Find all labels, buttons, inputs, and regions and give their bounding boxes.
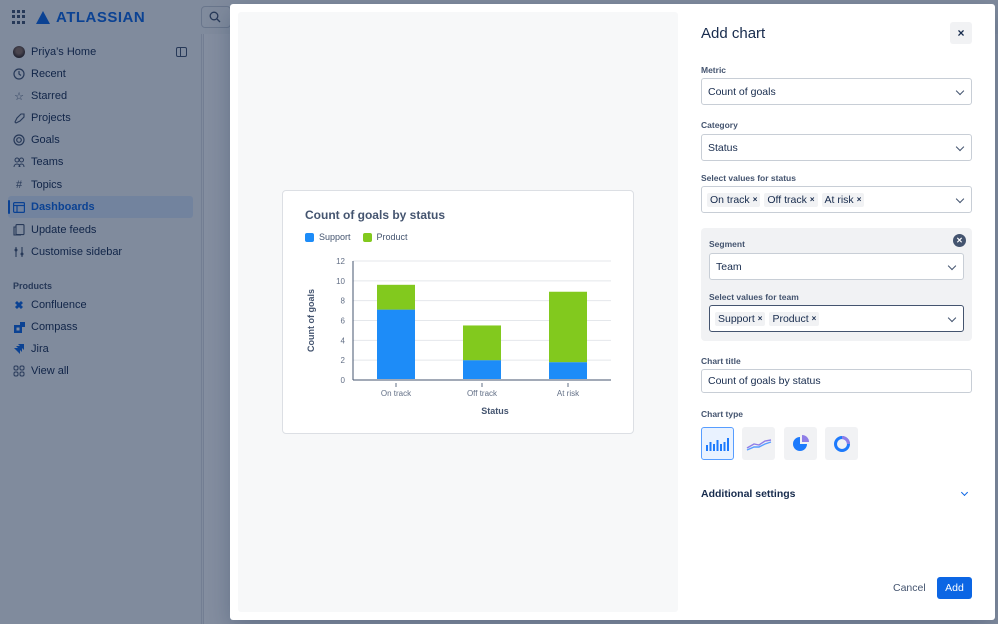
chart-card: Count of goals by status Support Product… [282, 190, 634, 434]
segment-select[interactable]: Team [709, 253, 964, 280]
chart-type-donut-button[interactable] [825, 427, 858, 460]
remove-tag-icon[interactable]: × [857, 195, 862, 204]
status-values-multiselect[interactable]: On track × Off track × At risk × [701, 186, 972, 213]
close-button[interactable]: × [950, 22, 972, 44]
chart-title-input[interactable]: Count of goals by status [701, 369, 972, 393]
cancel-button[interactable]: Cancel [887, 577, 932, 599]
chart-title-label: Chart title [701, 356, 741, 366]
tag-label: On track [710, 193, 750, 206]
modal-title: Add chart [701, 25, 766, 42]
status-values-label: Select values for status [701, 173, 796, 183]
remove-tag-icon[interactable]: × [758, 314, 763, 323]
bar-support [463, 360, 501, 379]
status-tag: At risk × [821, 192, 865, 207]
y-tick-label: 4 [341, 336, 346, 345]
chart-type-label: Chart type [701, 409, 744, 419]
chart-type-line-button[interactable] [742, 427, 775, 460]
team-tag: Support × [715, 311, 766, 326]
additional-settings-toggle[interactable]: Additional settings [701, 488, 796, 500]
pie-chart-icon [792, 434, 809, 451]
x-axis-label: Status [481, 406, 509, 416]
y-tick-label: 10 [336, 277, 345, 286]
tag-label: Off track [767, 193, 807, 206]
x-tick-label: On track [381, 389, 412, 398]
category-value: Status [708, 141, 738, 154]
metric-value: Count of goals [708, 85, 776, 98]
bar-product [463, 325, 501, 361]
category-select[interactable]: Status [701, 134, 972, 161]
bar-chart-icon [705, 437, 729, 451]
donut-chart-icon [833, 435, 850, 452]
segment-label: Segment [709, 239, 745, 249]
team-values-multiselect[interactable]: Support × Product × [709, 305, 964, 332]
category-label: Category [701, 120, 738, 130]
tag-label: At risk [824, 193, 854, 206]
bar-support [549, 362, 587, 379]
remove-tag-icon[interactable]: × [810, 195, 815, 204]
chart-title-value: Count of goals by status [708, 375, 821, 387]
close-icon: × [957, 26, 965, 40]
remove-segment-button[interactable]: ✕ [953, 234, 966, 247]
tag-label: Support [718, 312, 755, 325]
bar-product [549, 291, 587, 363]
metric-select[interactable]: Count of goals [701, 78, 972, 105]
chart-preview-area: Count of goals by status Support Product… [238, 12, 678, 612]
segment-section: ✕ Segment Team Select values for team Su… [701, 228, 972, 341]
y-tick-label: 2 [341, 356, 346, 365]
status-tag: On track × [707, 192, 761, 207]
chart-settings-panel: Add chart × Metric Count of goals Catego… [701, 4, 995, 620]
line-chart-icon [746, 438, 771, 451]
y-axis-label: Count of goals [306, 289, 316, 352]
chevron-down-icon [955, 142, 965, 152]
remove-tag-icon[interactable]: × [753, 195, 758, 204]
team-tag: Product × [769, 311, 820, 326]
chevron-down-icon [947, 313, 957, 323]
bar-support [377, 309, 415, 379]
y-tick-label: 6 [341, 317, 346, 326]
add-chart-modal: Count of goals by status Support Product… [230, 4, 995, 620]
chevron-down-icon [955, 86, 965, 96]
bar-product [377, 284, 415, 310]
team-values-label: Select values for team [709, 292, 799, 302]
y-tick-label: 12 [336, 257, 345, 266]
y-tick-label: 0 [341, 376, 346, 385]
remove-tag-icon[interactable]: × [812, 314, 817, 323]
segment-value: Team [716, 260, 742, 273]
bar-chart: 0 2 4 6 8 10 12 On track Off track At risk Status C… [306, 257, 611, 416]
chevron-down-icon[interactable] [960, 488, 969, 497]
x-tick-label: Off track [467, 389, 498, 398]
status-tag: Off track × [764, 192, 818, 207]
y-tick-label: 8 [341, 297, 346, 306]
chart-type-bar-button[interactable] [701, 427, 734, 460]
x-tick-label: At risk [557, 389, 580, 398]
metric-label: Metric [701, 65, 727, 75]
add-button[interactable]: Add [937, 577, 972, 599]
chevron-down-icon [955, 194, 965, 204]
chart-type-pie-button[interactable] [784, 427, 817, 460]
tag-label: Product [772, 312, 809, 325]
chevron-down-icon [947, 261, 957, 271]
